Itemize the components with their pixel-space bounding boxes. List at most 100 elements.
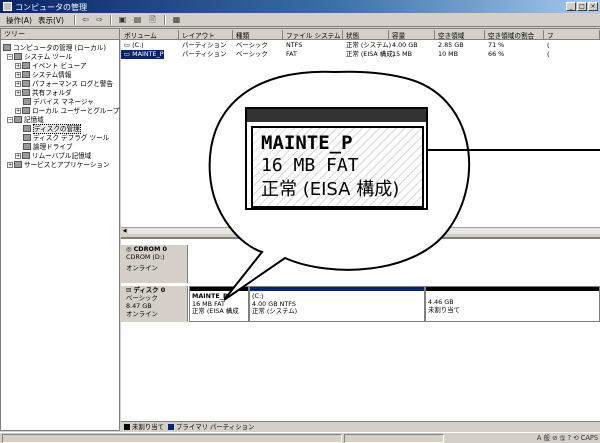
tree-item-local-users[interactable]: + ローカル ユーザーとグループ (15, 107, 119, 116)
zoom-box: MAINTE_P 16 MB FAT 正常 (EISA 構成) (245, 107, 428, 210)
services-icon (14, 161, 22, 168)
storage-icon (14, 116, 22, 123)
status-segment (2, 434, 342, 443)
tree-item-event-viewer[interactable]: + イベント ビューア (15, 62, 87, 71)
removable-storage-icon (22, 152, 30, 159)
title-bar: コンピュータの管理 _ □ × (0, 0, 600, 13)
scroll-left-icon[interactable]: ◀ (121, 228, 128, 234)
cell-free: 2.85 GB (438, 41, 464, 49)
expand-icon[interactable]: + (15, 90, 21, 96)
event-viewer-icon (22, 62, 30, 69)
zoom-partition: MAINTE_P 16 MB FAT 正常 (EISA 構成) (251, 126, 424, 208)
computer-icon (3, 44, 11, 51)
tree-item-services[interactable]: + サービスとアプリケーション (7, 161, 110, 170)
tree-item-system-info[interactable]: + システム情報 (15, 71, 71, 80)
tree-item-performance[interactable]: + パフォーマンス ログと警告 (15, 80, 113, 89)
tree-item-logical-drives[interactable]: 論理ドライブ (23, 143, 73, 152)
maximize-button[interactable]: □ (577, 2, 587, 11)
cell-extra: ( (547, 50, 550, 58)
menu-action[interactable]: 操作(A) (6, 15, 32, 26)
cell-capacity: 4.00 GB (392, 41, 418, 49)
window-buttons: _ □ × (566, 2, 598, 11)
column-header-free-percent[interactable]: 空き領域の割合 (485, 30, 544, 40)
column-header-fault-tolerance[interactable]: フ (544, 30, 600, 40)
close-button[interactable]: × (588, 2, 598, 11)
expand-icon[interactable]: + (15, 81, 21, 87)
device-manager-icon (23, 98, 31, 105)
toolbar-separator (110, 15, 112, 25)
toolbar-separator (164, 15, 166, 25)
drive-icon: ▭ (124, 50, 133, 58)
help-icon[interactable]: ▦ (170, 14, 183, 25)
disk-pane: ◎ CDROM 0 CDROM (D:) オンライン ⊟ ディスク 0 ベーシッ… (121, 237, 600, 421)
legend-primary: プライマリ パーティション (176, 423, 255, 431)
users-icon (22, 107, 30, 114)
column-header-type[interactable]: 種類 (233, 30, 283, 40)
cell-free-percent: 66 % (488, 50, 505, 58)
partition-color-bar (190, 287, 248, 291)
zoom-partition-size: 16 MB FAT (261, 155, 359, 176)
column-header-status[interactable]: 状態 (343, 30, 389, 40)
column-header-layout[interactable]: レイアウト (179, 30, 233, 40)
partition-c[interactable]: (C:) 4.00 GB NTFS 正常 (システム) (249, 286, 425, 322)
tree-item-disk-management[interactable]: ディスクの管理 (23, 124, 81, 134)
menu-bar: 操作(A) 表示(V) ⇦ ⇨ ▣ ▤ 🗎 ▦ (0, 13, 600, 27)
tree-item-root[interactable]: コンピュータの管理 (ローカル) (3, 44, 106, 53)
computer-management-icon (3, 2, 12, 11)
tree-item-removable-storage[interactable]: + リムーバブル記憶域 (15, 152, 91, 161)
disk-label-disk0[interactable]: ⊟ ディスク 0 ベーシック 8.47 GB オンライン (121, 286, 188, 322)
up-icon[interactable]: ▣ (116, 14, 129, 25)
expand-icon[interactable]: + (15, 63, 21, 69)
column-header-free-space[interactable]: 空き領域 (435, 30, 485, 40)
cell-status: 正常 (EISA 構成) (346, 50, 396, 58)
minimize-button[interactable]: _ (566, 2, 576, 11)
partition-text: (C:) 4.00 GB NTFS 正常 (システム) (252, 292, 298, 315)
tree-item-device-manager[interactable]: デバイス マネージャ (23, 98, 94, 107)
partition-text: MAINTE_P 16 MB FAT 正常 (EISA 構成 (192, 292, 239, 315)
disk-type: ベーシック (126, 294, 158, 302)
forward-icon[interactable]: ⇨ (93, 14, 106, 25)
unallocated-swatch (124, 424, 130, 430)
info-icon (22, 71, 30, 78)
cell-extra: ( (547, 41, 550, 49)
window-title: コンピュータの管理 (15, 3, 87, 12)
performance-icon (22, 80, 30, 87)
expand-icon[interactable]: + (15, 72, 21, 78)
column-header-filesystem[interactable]: ファイル システム (283, 30, 343, 40)
cell-filesystem: FAT (286, 50, 297, 58)
table-row[interactable]: ▭ MAINTE_P パーティション ベーシック FAT 正常 (EISA 構成… (121, 50, 600, 59)
menu-view[interactable]: 表示(V) (38, 15, 64, 26)
cell-status: 正常 (システム) (346, 41, 392, 49)
tree-item-system-tools[interactable]: − システム ツール (7, 53, 72, 62)
column-header-capacity[interactable]: 容量 (389, 30, 435, 40)
show-tree-icon[interactable]: ▤ (131, 14, 144, 25)
tree-item-shared-folders[interactable]: + 共有フォルダ (15, 89, 72, 98)
disk-name: ⊟ ディスク 0 (126, 286, 166, 294)
cell-type: ベーシック (236, 50, 268, 58)
primary-partition-swatch (168, 424, 175, 430)
legend-unallocated: 未割り当て (132, 423, 164, 431)
collapse-icon[interactable]: − (7, 54, 13, 60)
expand-icon[interactable]: + (15, 153, 21, 159)
partition-unallocated[interactable]: 4.46 GB 未割り当て (425, 286, 600, 322)
collapse-icon[interactable]: − (7, 117, 13, 123)
drive-icon (23, 143, 31, 150)
column-header-volume[interactable]: ボリューム (121, 30, 179, 40)
tools-icon (14, 53, 22, 60)
tree-pane: ツリー コンピュータの管理 (ローカル) − システム ツール + イベント ビュー… (0, 28, 120, 431)
tree-item-defrag[interactable]: ディスク デフラグ ツール (23, 134, 109, 143)
back-icon[interactable]: ⇦ (79, 14, 92, 25)
zoom-partition-status: 正常 (EISA 構成) (261, 179, 400, 200)
partition-color-bar (426, 287, 599, 291)
horizontal-scrollbar[interactable]: ◀ (121, 227, 600, 234)
disk-name: ◎ CDROM 0 (126, 245, 167, 253)
expand-icon[interactable]: + (15, 108, 21, 114)
ime-toolbar[interactable]: A 般 ⊘ 🖫 ? ⟲ CAPS (537, 434, 598, 443)
expand-icon[interactable]: + (7, 162, 13, 168)
zoom-partition-bar (247, 109, 426, 122)
list-header: ボリューム レイアウト 種類 ファイル システム 状態 容量 空き領域 空き領域… (121, 29, 600, 40)
properties-icon[interactable]: 🗎 (146, 14, 159, 25)
partition-mainte-p[interactable]: MAINTE_P 16 MB FAT 正常 (EISA 構成 (189, 286, 249, 322)
table-row[interactable]: ▭ (C:) パーティション ベーシック NTFS 正常 (システム) 4.00… (121, 41, 600, 50)
disk-label-cdrom[interactable]: ◎ CDROM 0 CDROM (D:) オンライン (121, 245, 188, 283)
